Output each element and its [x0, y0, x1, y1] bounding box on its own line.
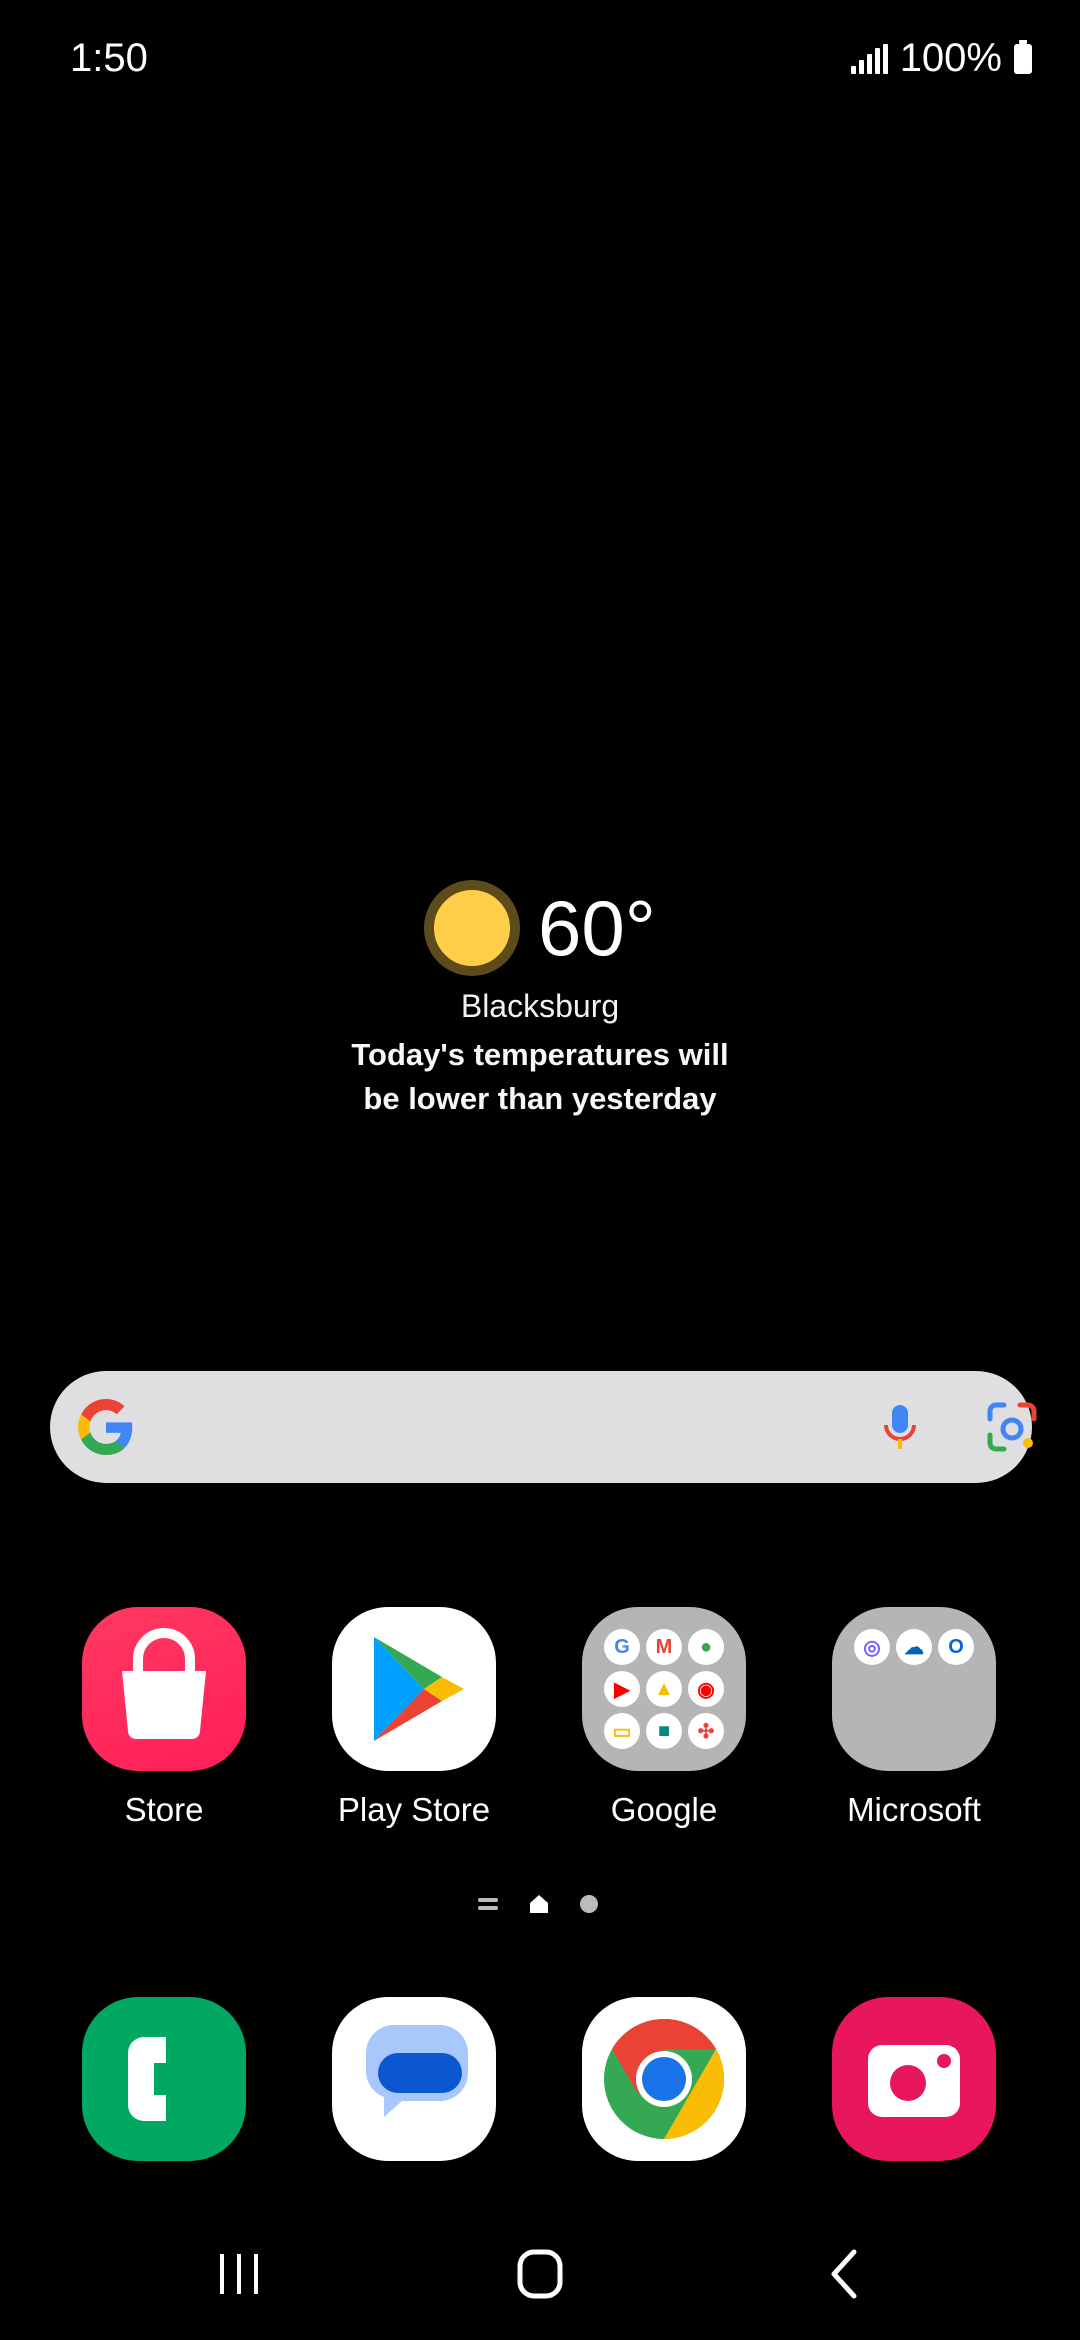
- weather-city: Blacksburg: [460, 988, 620, 1024]
- weather-widget[interactable]: 60° Blacksburg Today's temperatures will…: [0, 880, 1080, 1121]
- dock-chrome[interactable]: [582, 1997, 746, 2161]
- back-icon[interactable]: [810, 2244, 880, 2304]
- phone-icon: [128, 2037, 166, 2121]
- recents-icon[interactable]: [204, 2244, 274, 2304]
- onedrive-mini-icon: ☁: [896, 1629, 932, 1665]
- app-label: Microsoft: [847, 1791, 981, 1828]
- microsoft-folder-icon: ◎ ☁ O: [832, 1607, 996, 1771]
- home-page-indicator-icon: [530, 1895, 548, 1913]
- page-dot-icon: [580, 1895, 598, 1913]
- google-g-icon: [78, 1399, 133, 1455]
- google-app-mini-icon: G: [604, 1629, 640, 1665]
- app-label: Play Store: [337, 1791, 491, 1828]
- dock-phone[interactable]: [82, 1997, 246, 2161]
- weather-temperature: 60°: [538, 883, 656, 972]
- home-icon[interactable]: [505, 2244, 575, 2304]
- navigation-bar: [0, 2230, 1080, 2320]
- outlook-mini-icon: O: [938, 1629, 974, 1665]
- app-store[interactable]: Store: [64, 1607, 264, 1829]
- play-store-icon: [332, 1607, 496, 1771]
- status-indicators: 100%: [850, 36, 1032, 81]
- chrome-icon: [604, 2019, 725, 2139]
- camera-icon: [868, 2045, 960, 2117]
- folder-microsoft[interactable]: ◎ ☁ O Microsoft: [814, 1607, 1014, 1829]
- battery-icon: [1014, 39, 1032, 74]
- mic-icon[interactable]: [868, 1395, 932, 1459]
- google-search-bar[interactable]: [50, 1371, 1037, 1483]
- tv-mini-icon: ▭: [604, 1713, 640, 1749]
- sunny-icon: [424, 880, 521, 976]
- dock-messages[interactable]: [332, 1997, 496, 2161]
- page-list-indicator-icon: [478, 1894, 498, 1914]
- copilot-mini-icon: ◎: [854, 1629, 890, 1665]
- weather-message-line2: be lower than yesterday: [363, 1081, 717, 1116]
- gmail-mini-icon: M: [646, 1629, 682, 1665]
- weather-message: Today's temperatures will be lower than …: [0, 1033, 1080, 1121]
- galaxy-store-icon: [82, 1607, 246, 1771]
- dock-camera[interactable]: [832, 1997, 996, 2161]
- youtube-music-mini-icon: ◉: [688, 1671, 724, 1707]
- photos-mini-icon: ✣: [688, 1713, 724, 1749]
- google-folder-icon: G M ● ▶ ▲ ◉ ▭ ■ ✣: [582, 1607, 746, 1771]
- meet-mini-icon: ■: [646, 1713, 682, 1749]
- app-label: Google: [610, 1791, 718, 1828]
- app-play-store[interactable]: Play Store: [314, 1607, 514, 1829]
- google-lens-icon[interactable]: [980, 1395, 1044, 1459]
- app-label: Store: [124, 1791, 204, 1828]
- status-time: 1:50: [70, 36, 148, 80]
- page-indicator[interactable]: [478, 1893, 598, 1915]
- maps-mini-icon: ●: [688, 1629, 724, 1665]
- drive-mini-icon: ▲: [646, 1671, 682, 1707]
- weather-message-line1: Today's temperatures will: [351, 1037, 729, 1072]
- battery-percent: 100%: [899, 36, 1002, 80]
- youtube-mini-icon: ▶: [604, 1671, 640, 1707]
- messages-icon: [366, 2025, 468, 2117]
- folder-google[interactable]: G M ● ▶ ▲ ◉ ▭ ■ ✣ Google: [564, 1607, 764, 1829]
- signal-icon: [850, 43, 888, 74]
